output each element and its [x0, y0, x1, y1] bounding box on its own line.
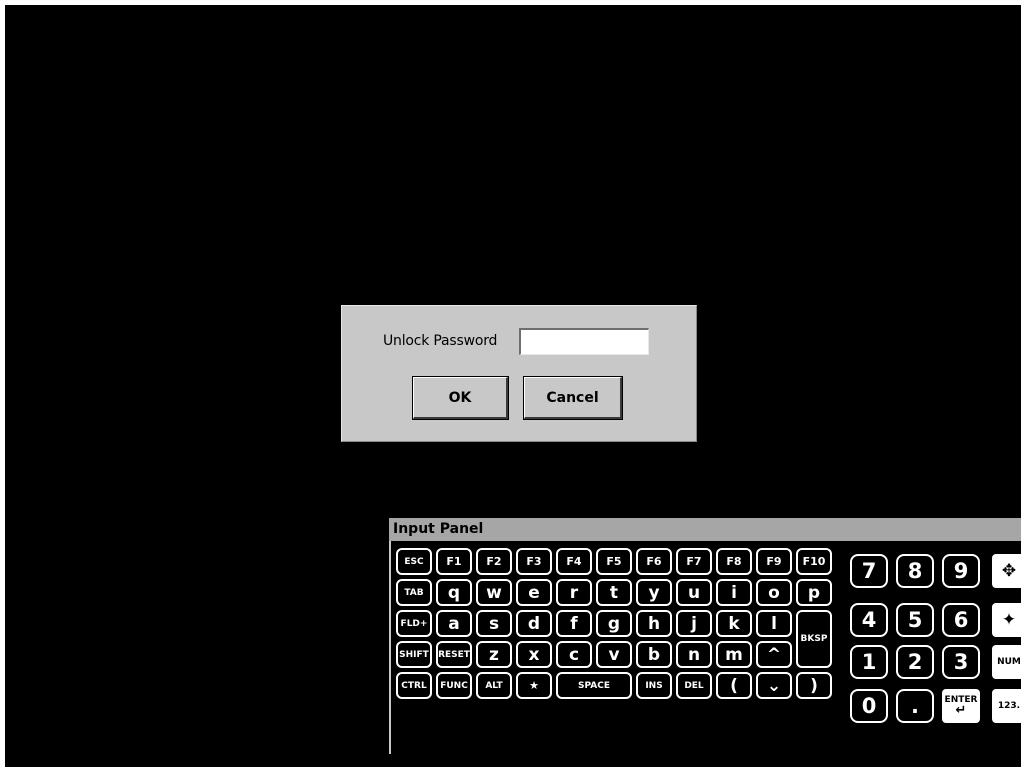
key-shift[interactable]: SHIFT	[396, 641, 432, 668]
key-6[interactable]: 6	[942, 603, 980, 637]
key-u[interactable]: u	[676, 579, 712, 606]
key-g[interactable]: g	[596, 610, 632, 637]
key-backspace[interactable]: BKSP	[796, 610, 832, 668]
key-f1[interactable]: F1	[436, 548, 472, 575]
key-right-arrow[interactable]: )	[796, 672, 832, 699]
key-f10[interactable]: F10	[796, 548, 832, 575]
key-f2[interactable]: F2	[476, 548, 512, 575]
key-v[interactable]: v	[596, 641, 632, 668]
key-z[interactable]: z	[476, 641, 512, 668]
key-p[interactable]: p	[796, 579, 832, 606]
key-esc[interactable]: ESC	[396, 548, 432, 575]
move-panel-icon[interactable]: ✥	[992, 554, 1021, 588]
key-m[interactable]: m	[716, 641, 752, 668]
key-f6[interactable]: F6	[636, 548, 672, 575]
key-c[interactable]: c	[556, 641, 592, 668]
key-ins[interactable]: INS	[636, 672, 672, 699]
enter-arrow-icon: ↵	[955, 702, 967, 718]
key-f8[interactable]: F8	[716, 548, 752, 575]
input-panel-title[interactable]: Input Panel	[389, 518, 1021, 541]
unlock-password-dialog: Unlock Password OK Cancel	[341, 305, 697, 442]
desktop-background: Unlock Password OK Cancel Input Panel ES…	[5, 5, 1021, 767]
key-0[interactable]: 0	[850, 689, 888, 723]
password-label: Unlock Password	[383, 333, 498, 349]
key-q[interactable]: q	[436, 579, 472, 606]
key-l[interactable]: l	[756, 610, 792, 637]
panel-divider	[389, 541, 391, 754]
ok-button[interactable]: OK	[413, 377, 508, 419]
resize-panel-icon[interactable]: ✦	[992, 603, 1021, 637]
key-x[interactable]: x	[516, 641, 552, 668]
key-o[interactable]: o	[756, 579, 792, 606]
key-t[interactable]: t	[596, 579, 632, 606]
key-up-arrow[interactable]: ^	[756, 641, 792, 668]
key-space[interactable]: SPACE	[556, 672, 632, 699]
key-i[interactable]: i	[716, 579, 752, 606]
key-f7[interactable]: F7	[676, 548, 712, 575]
key-s[interactable]: s	[476, 610, 512, 637]
key-down-arrow[interactable]: ⌄	[756, 672, 792, 699]
input-panel: Input Panel ESC F1 F2 F3 F4 F5 F6 F7 F8 …	[389, 518, 1021, 754]
key-9[interactable]: 9	[942, 554, 980, 588]
key-f9[interactable]: F9	[756, 548, 792, 575]
key-7[interactable]: 7	[850, 554, 888, 588]
key-left-arrow[interactable]: (	[716, 672, 752, 699]
key-3[interactable]: 3	[942, 645, 980, 679]
key-b[interactable]: b	[636, 641, 672, 668]
key-enter[interactable]: ENTER ↵	[942, 689, 980, 723]
key-j[interactable]: j	[676, 610, 712, 637]
key-del[interactable]: DEL	[676, 672, 712, 699]
key-reset[interactable]: RESET	[436, 641, 472, 668]
key-1[interactable]: 1	[850, 645, 888, 679]
key-8[interactable]: 8	[896, 554, 934, 588]
key-tab[interactable]: TAB	[396, 579, 432, 606]
key-alt[interactable]: ALT	[476, 672, 512, 699]
key-123[interactable]: 123.	[992, 689, 1021, 723]
key-f[interactable]: f	[556, 610, 592, 637]
key-num[interactable]: NUM	[992, 645, 1021, 679]
key-k[interactable]: k	[716, 610, 752, 637]
key-star[interactable]: ★	[516, 672, 552, 699]
key-h[interactable]: h	[636, 610, 672, 637]
key-f4[interactable]: F4	[556, 548, 592, 575]
key-func[interactable]: FUNC	[436, 672, 472, 699]
cancel-button[interactable]: Cancel	[524, 377, 622, 419]
key-dot[interactable]: .	[896, 689, 934, 723]
key-f5[interactable]: F5	[596, 548, 632, 575]
key-e[interactable]: e	[516, 579, 552, 606]
key-a[interactable]: a	[436, 610, 472, 637]
key-2[interactable]: 2	[896, 645, 934, 679]
key-d[interactable]: d	[516, 610, 552, 637]
key-ctrl[interactable]: CTRL	[396, 672, 432, 699]
key-5[interactable]: 5	[896, 603, 934, 637]
key-w[interactable]: w	[476, 579, 512, 606]
key-y[interactable]: y	[636, 579, 672, 606]
key-r[interactable]: r	[556, 579, 592, 606]
key-4[interactable]: 4	[850, 603, 888, 637]
password-input[interactable]	[519, 328, 649, 355]
key-fld-plus[interactable]: FLD+	[396, 610, 432, 637]
key-f3[interactable]: F3	[516, 548, 552, 575]
key-n[interactable]: n	[676, 641, 712, 668]
